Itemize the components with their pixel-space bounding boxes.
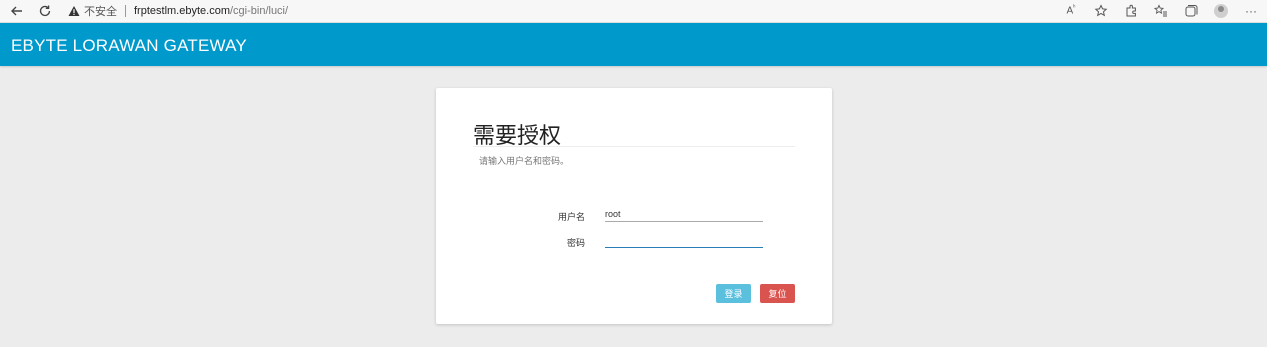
- browser-toolbar: 不安全 frptestlm.ebyte.com/cgi-bin/luci/ Aʰ…: [0, 0, 1267, 23]
- browser-actions: Aʰ ···: [1063, 0, 1259, 22]
- login-card: 需要授权 请输入用户名和密码。 用户名 密码 登录 复位: [436, 88, 832, 324]
- url-host: frptestlm.ebyte.com: [134, 5, 230, 17]
- address-bar[interactable]: 不安全 frptestlm.ebyte.com/cgi-bin/luci/: [68, 1, 288, 21]
- password-label: 密码: [566, 238, 585, 248]
- back-arrow-icon[interactable]: [6, 0, 28, 22]
- username-label: 用户名: [557, 212, 585, 222]
- login-description: 请输入用户名和密码。: [479, 156, 570, 166]
- url-path: /cgi-bin/luci/: [229, 5, 289, 17]
- favorites-icon[interactable]: [1153, 3, 1169, 19]
- warning-icon: [68, 6, 80, 16]
- collections-icon[interactable]: [1183, 3, 1199, 19]
- password-field[interactable]: [605, 232, 763, 248]
- extensions-icon[interactable]: [1123, 3, 1139, 19]
- read-aloud-icon[interactable]: Aʰ: [1063, 3, 1079, 19]
- address-divider: [125, 5, 126, 17]
- more-icon[interactable]: ···: [1243, 3, 1259, 19]
- refresh-icon[interactable]: [34, 0, 56, 22]
- favorite-add-icon[interactable]: [1093, 3, 1109, 19]
- reset-button[interactable]: 复位: [760, 284, 795, 303]
- profile-avatar[interactable]: [1213, 3, 1229, 19]
- title-divider: [473, 146, 795, 147]
- app-header: EBYTE LORAWAN GATEWAY: [0, 23, 1267, 66]
- brand-title[interactable]: EBYTE LORAWAN GATEWAY: [11, 36, 247, 56]
- insecure-label: 不安全: [84, 6, 117, 18]
- username-field[interactable]: [605, 206, 763, 222]
- login-button[interactable]: 登录: [716, 284, 751, 303]
